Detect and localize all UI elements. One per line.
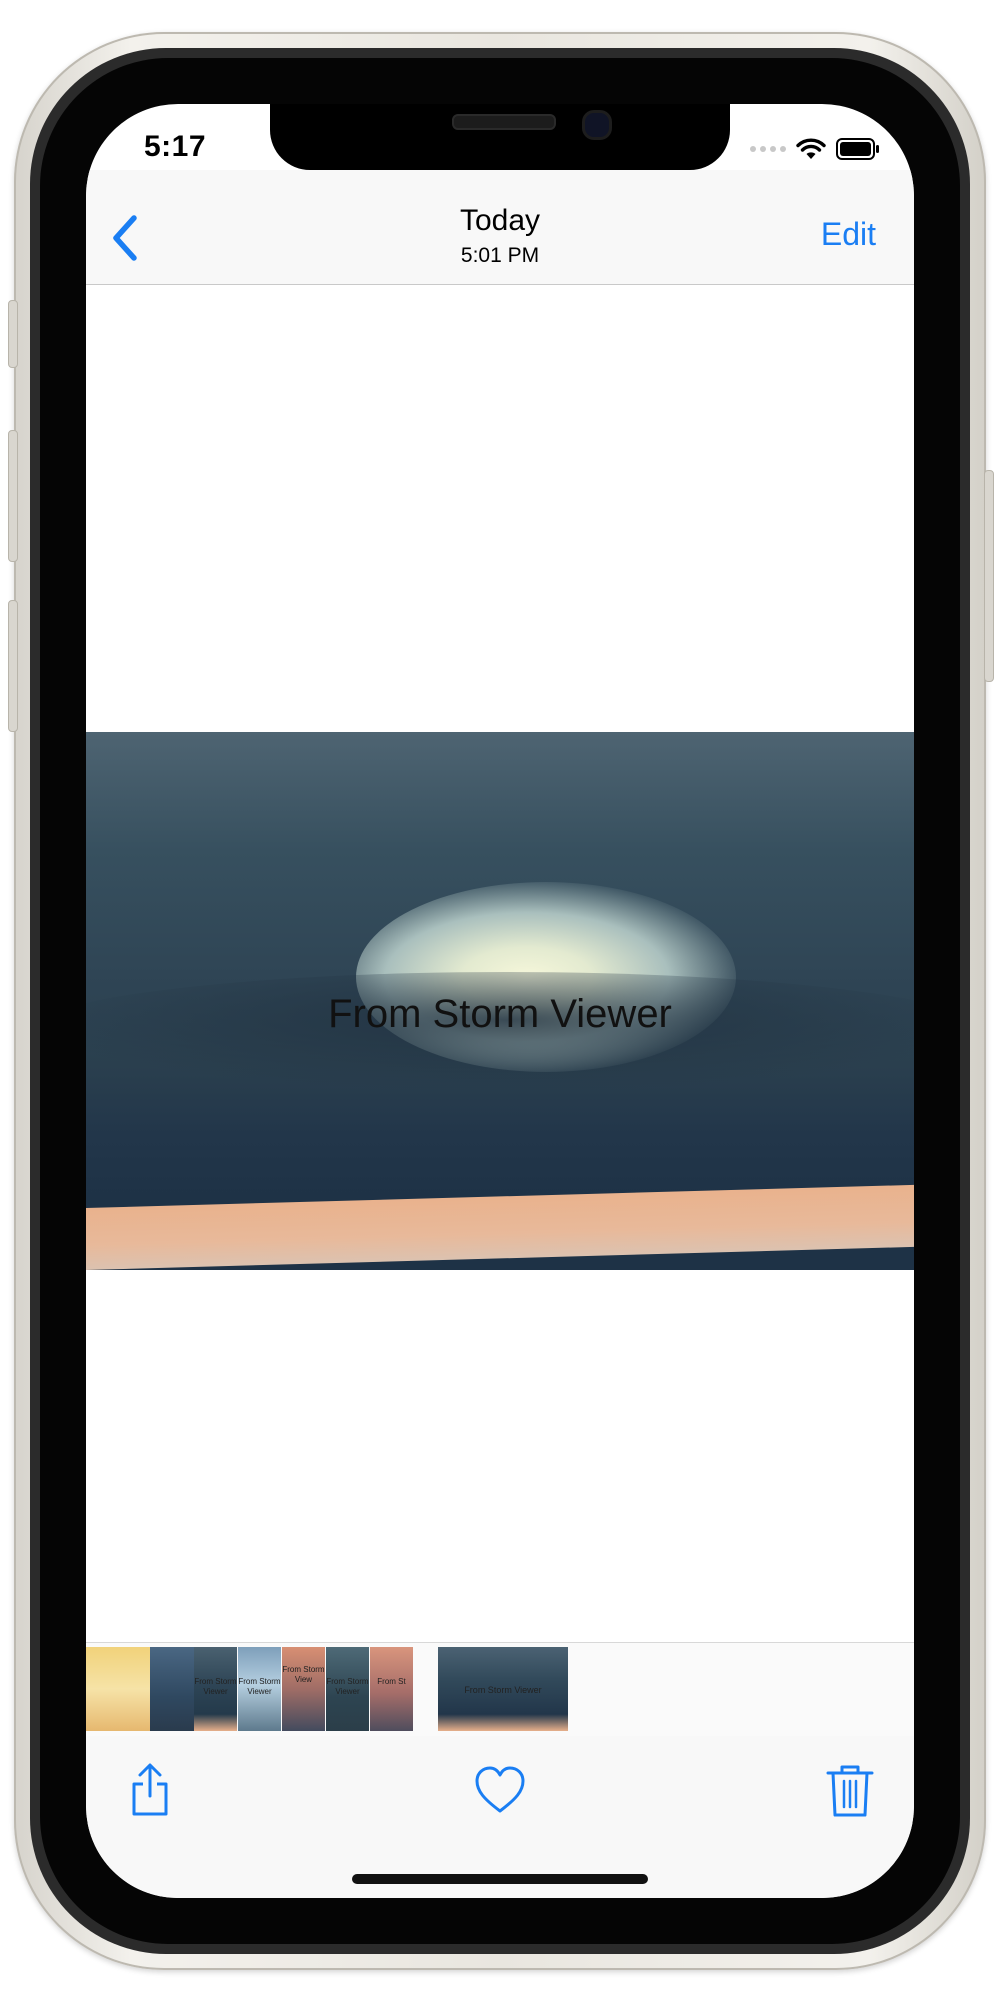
thumbnail-scrubber[interactable]: From Storm Viewer From Storm Viewer From… — [86, 1642, 914, 1737]
edit-button[interactable]: Edit — [821, 216, 876, 253]
thumbnail[interactable]: From St — [370, 1647, 413, 1731]
photo-caption: From Storm Viewer — [328, 992, 672, 1036]
delete-button[interactable] — [820, 1760, 880, 1820]
power-button — [984, 470, 994, 682]
photo-view[interactable]: From Storm Viewer — [86, 732, 914, 1270]
photo-field — [86, 1184, 914, 1270]
volume-up-button — [8, 430, 18, 562]
front-camera — [582, 110, 612, 140]
nav-subtitle: 5:01 PM — [460, 244, 540, 267]
thumbnail[interactable]: From Storm View — [282, 1647, 325, 1731]
share-button[interactable] — [120, 1760, 180, 1820]
thumbnail[interactable] — [86, 1647, 150, 1731]
mute-switch — [8, 300, 18, 368]
status-indicators — [750, 134, 880, 164]
battery-icon — [836, 138, 879, 160]
cellular-signal-icon — [750, 146, 786, 152]
wifi-icon — [796, 138, 826, 159]
share-icon — [132, 1763, 168, 1816]
trash-icon — [826, 1765, 874, 1817]
thumbnail[interactable]: From Storm Viewer — [194, 1647, 237, 1731]
notch — [270, 104, 730, 170]
nav-title: Today — [459, 204, 541, 237]
heart-icon — [475, 1766, 525, 1813]
screen: 5:17 Today 5:01 PM Edit From Storm Viewe… — [86, 104, 914, 1898]
thumbnail[interactable]: From Storm Viewer — [238, 1647, 281, 1731]
home-indicator[interactable] — [352, 1874, 648, 1884]
favorite-button[interactable] — [470, 1760, 530, 1820]
volume-down-button — [8, 600, 18, 732]
thumbnail[interactable]: From Storm Viewer — [326, 1647, 369, 1731]
thumbnail[interactable] — [150, 1647, 194, 1731]
navigation-bar: Today 5:01 PM Edit — [86, 170, 914, 285]
thumbnail-selected[interactable]: From Storm Viewer — [438, 1647, 568, 1731]
status-time: 5:17 — [144, 130, 207, 163]
earpiece-speaker — [452, 114, 556, 130]
